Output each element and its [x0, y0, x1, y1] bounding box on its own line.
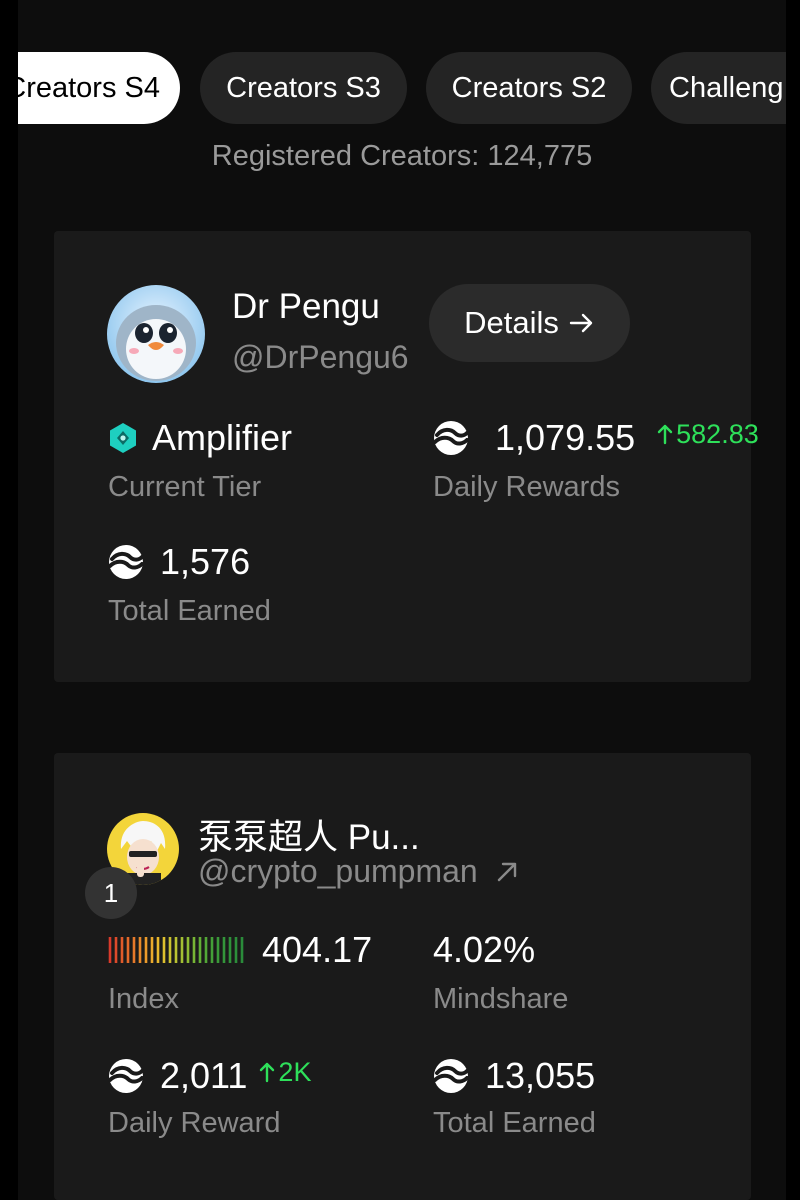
tier-value-row: Amplifier: [108, 417, 292, 459]
daily-rewards-change-value: 582.83: [676, 418, 759, 449]
arrow-up-icon: [657, 423, 673, 445]
tab-challenges[interactable]: Challeng: [651, 52, 786, 124]
creator-handle: @DrPengu6: [232, 339, 409, 375]
token-icon: [108, 544, 144, 580]
details-label: Details: [464, 305, 559, 340]
mindshare-value: 4.02%: [433, 929, 536, 970]
total-earned-row: 13,055: [433, 1055, 595, 1097]
token-icon: [108, 1058, 144, 1094]
leaderboard-row-card[interactable]: 1 泵泵超人 Pu... @crypto_pumpman 404.17 Inde…: [54, 753, 751, 1200]
total-earned-value: 13,055: [485, 1055, 596, 1096]
daily-reward-row: 2,011 2K: [108, 1055, 311, 1097]
daily-rewards-row: 1,079.55 582.83: [433, 417, 759, 459]
index-meter-icon: [108, 935, 244, 965]
tab-creators-s2[interactable]: Creators S2: [426, 52, 632, 124]
total-earned-label: Total Earned: [433, 1107, 596, 1139]
daily-reward-change: 2K: [259, 1057, 311, 1088]
tab-label: Creators S4: [18, 71, 160, 104]
tab-creators-s3[interactable]: Creators S3: [200, 52, 407, 124]
my-creator-card: Dr Pengu @DrPengu6 Details Amplifier Cur…: [54, 231, 759, 682]
mindshare-row: 4.02%: [433, 929, 535, 971]
index-label: Index: [108, 983, 179, 1015]
app-screen: Creators S4 Creators S3 Creators S2 Chal…: [18, 0, 786, 1200]
token-icon: [433, 1058, 469, 1094]
daily-reward-label: Daily Reward: [108, 1107, 281, 1139]
registered-creators-count: Registered Creators: 124,775: [211, 140, 593, 172]
total-earned-label: Total Earned: [108, 595, 271, 627]
tier-label: Current Tier: [108, 471, 262, 503]
creator-handle-row[interactable]: @crypto_pumpman: [198, 853, 518, 890]
daily-rewards-label: Daily Rewards: [433, 471, 620, 503]
token-icon: [433, 420, 469, 456]
daily-reward-change-value: 2K: [278, 1056, 312, 1087]
avatar[interactable]: [107, 285, 205, 383]
external-link-icon: [496, 861, 518, 883]
daily-rewards-value: 1,079.55: [495, 417, 636, 458]
penguin-avatar-image: [107, 285, 205, 383]
rank-value: 1: [103, 877, 119, 908]
mindshare-label: Mindshare: [433, 983, 569, 1015]
tab-label: Challeng: [669, 71, 784, 104]
creator-name: Dr Pengu: [232, 287, 380, 326]
tab-label: Creators S3: [226, 71, 381, 104]
arrow-right-icon: [569, 312, 595, 334]
rank-badge: 1: [85, 867, 137, 919]
total-earned-value: 1,576: [160, 541, 251, 582]
details-button[interactable]: Details: [429, 284, 630, 362]
tier-value: Amplifier: [152, 417, 293, 458]
creator-handle: @crypto_pumpman: [198, 853, 478, 889]
total-earned-row: 1,576: [108, 541, 250, 583]
index-row: 404.17: [108, 929, 372, 971]
arrow-up-icon: [259, 1061, 275, 1083]
daily-reward-value: 2,011: [160, 1055, 248, 1096]
season-tabs: Creators S4 Creators S3 Creators S2 Chal…: [18, 52, 786, 124]
tab-creators-s4[interactable]: Creators S4: [18, 52, 180, 124]
tab-label: Creators S2: [451, 71, 607, 104]
tier-diamond-icon: [108, 422, 138, 454]
daily-rewards-change: 582.83: [657, 419, 759, 450]
index-value: 404.17: [262, 929, 373, 970]
